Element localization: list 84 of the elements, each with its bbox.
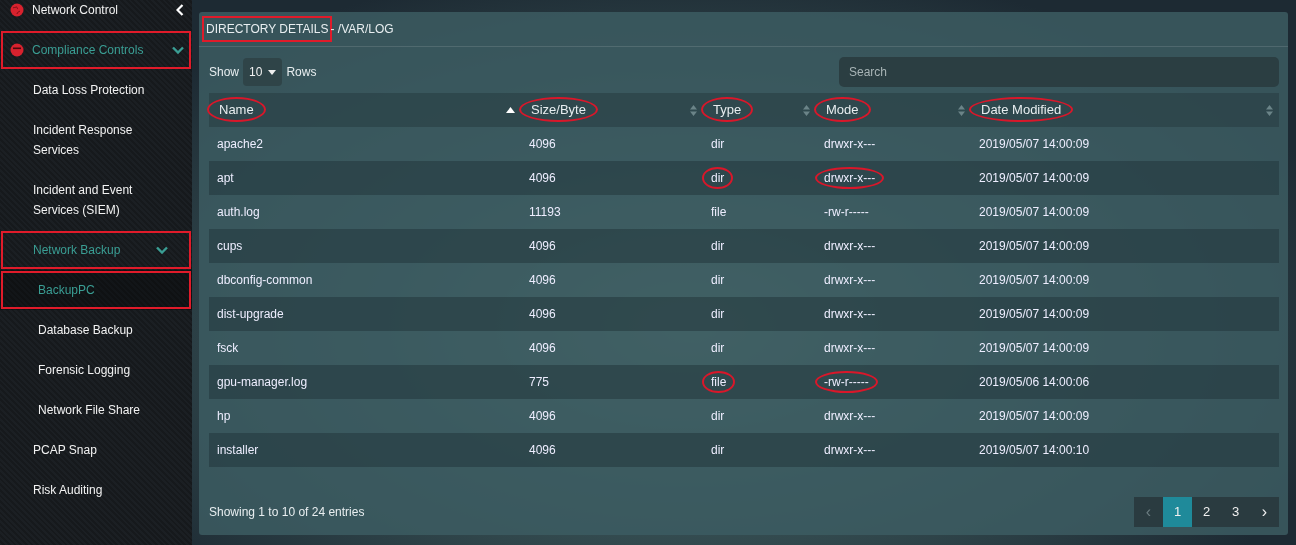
chevron-down-icon xyxy=(156,246,168,254)
table-cell: 2019/05/07 14:00:09 xyxy=(979,307,1090,321)
sidebar-item[interactable]: Data Loss Protection xyxy=(0,70,192,110)
rows-label: Rows xyxy=(286,64,317,81)
column-header[interactable]: Name xyxy=(207,97,266,123)
table-cell: 2019/05/07 14:00:09 xyxy=(979,171,1090,185)
search-field[interactable]: Search xyxy=(839,57,1279,87)
table-cell: hp xyxy=(217,409,231,423)
table-cell: file xyxy=(711,205,727,219)
table-cell: apt xyxy=(217,171,234,185)
page-button[interactable]: 1 xyxy=(1163,497,1192,527)
table-cell: drwxr-x--- xyxy=(824,239,876,253)
table-cell: 2019/05/07 14:00:09 xyxy=(979,341,1090,355)
table-cell: -rw-r----- xyxy=(824,205,869,219)
table-cell: 4096 xyxy=(529,307,556,321)
table-cell: cups xyxy=(217,239,243,253)
entries-info: Showing 1 to 10 of 24 entries xyxy=(209,504,365,521)
table-cell: drwxr-x--- xyxy=(824,443,876,457)
table-cell: 2019/05/07 14:00:09 xyxy=(979,239,1090,253)
badge-icon xyxy=(10,43,24,57)
table-cell: drwxr-x--- xyxy=(824,137,876,151)
table-cell: installer xyxy=(217,443,259,457)
table-cell: drwxr-x--- xyxy=(824,409,876,423)
table-cell: gpu-manager.log xyxy=(217,375,308,389)
sidebar-item[interactable]: Risk Auditing xyxy=(0,470,192,510)
table-cell: dbconfig-common xyxy=(217,273,313,287)
table-cell: drwxr-x--- xyxy=(824,307,876,321)
column-header[interactable]: Date Modified xyxy=(969,97,1074,123)
table-cell: 2019/05/07 14:00:10 xyxy=(979,443,1090,457)
sidebar-item[interactable]: Network Control xyxy=(0,0,192,30)
table-cell: 2019/05/07 14:00:09 xyxy=(979,137,1090,151)
table-cell: 4096 xyxy=(529,239,556,253)
table-cell: 2019/05/07 14:00:09 xyxy=(979,205,1090,219)
panel-title: DIRECTORY DETAILS xyxy=(204,18,331,40)
globe-icon xyxy=(10,3,24,17)
caret-icon xyxy=(268,69,277,75)
sidebar-item[interactable]: Forensic Logging xyxy=(0,350,192,390)
sidebar-item[interactable]: PCAP Snap xyxy=(0,430,192,470)
table-cell: apache2 xyxy=(217,137,264,151)
table-cell: drwxr-x--- xyxy=(824,273,876,287)
table-cell: auth.log xyxy=(217,205,260,219)
column-header[interactable]: Size/Byte xyxy=(519,97,598,123)
table-cell: 775 xyxy=(529,375,550,389)
sidebar-item[interactable]: BackupPC xyxy=(0,270,192,310)
table-cell: -rw-r----- xyxy=(815,371,878,393)
sidebar-item[interactable]: Network Backup xyxy=(0,230,192,270)
table-cell: 4096 xyxy=(529,273,556,287)
chevron-left-icon xyxy=(176,4,184,16)
table-cell: 4096 xyxy=(529,341,556,355)
table-cell: dir xyxy=(711,239,725,253)
table-cell: 4096 xyxy=(529,409,556,423)
table-cell: dir xyxy=(711,137,725,151)
table-cell: 2019/05/07 14:00:09 xyxy=(979,273,1090,287)
table-cell: 4096 xyxy=(529,443,556,457)
table-cell: drwxr-x--- xyxy=(815,167,885,189)
table-cell: 4096 xyxy=(529,171,556,185)
sidebar-item[interactable]: Compliance Controls xyxy=(0,30,192,70)
table-cell: 11193 xyxy=(529,205,561,219)
page-button[interactable]: 2 xyxy=(1192,497,1221,527)
sidebar-item[interactable]: Network File Share xyxy=(0,390,192,430)
table-cell: dir xyxy=(711,307,725,321)
sidebar-item[interactable]: Database Backup xyxy=(0,310,192,350)
table-cell: file xyxy=(702,371,736,393)
page-button[interactable]: 3 xyxy=(1221,497,1250,527)
table-cell: dir xyxy=(711,273,725,287)
table-cell: 2019/05/06 14:00:06 xyxy=(979,375,1090,389)
sidebar-item[interactable]: Incident Response Services xyxy=(0,110,192,170)
rows-select[interactable]: 10 xyxy=(243,58,283,86)
table-cell: dir xyxy=(711,409,725,423)
next-page-button[interactable]: › xyxy=(1250,497,1279,527)
table-cell: drwxr-x--- xyxy=(824,341,876,355)
table-cell: dir xyxy=(702,167,734,189)
show-label: Show xyxy=(209,64,240,81)
table-cell: fsck xyxy=(217,341,239,355)
table-cell: 4096 xyxy=(529,137,556,151)
table-cell: dist-upgrade xyxy=(217,307,284,321)
table-cell: 2019/05/07 14:00:09 xyxy=(979,409,1090,423)
directory-path: - /VAR/LOG xyxy=(330,21,394,38)
sidebar-item[interactable]: Incident and Event Services (SIEM) xyxy=(0,170,192,230)
chevron-down-icon xyxy=(172,46,184,54)
table-cell: dir xyxy=(711,443,725,457)
column-header[interactable]: Type xyxy=(701,97,754,123)
column-header[interactable]: Mode xyxy=(814,97,871,123)
table-cell: dir xyxy=(711,341,725,355)
